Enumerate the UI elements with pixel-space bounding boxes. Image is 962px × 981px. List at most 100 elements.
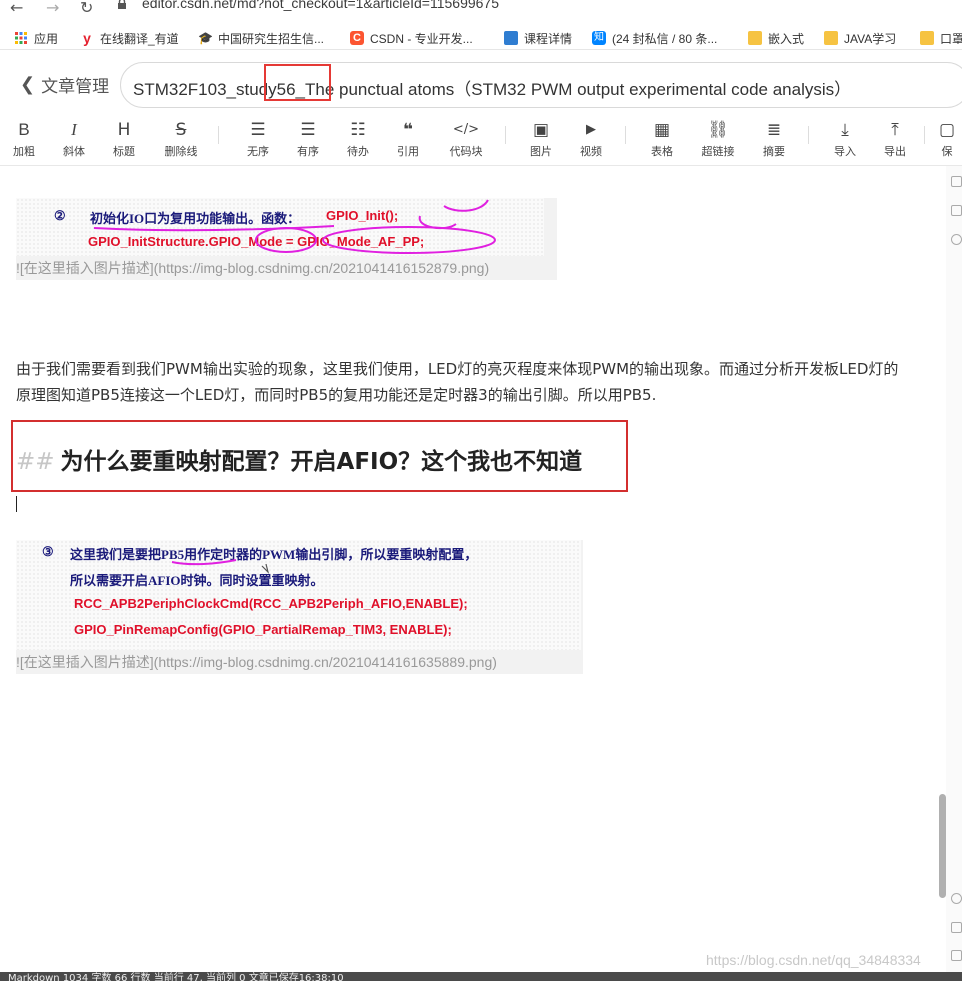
embedded-figure: ③ 这里我们是要把PB5用作定时器的PWM输出引脚，所以要重映射配置， 所以需要… [16, 540, 581, 650]
tool-ordered-list[interactable]: ☰ 有序 [284, 118, 332, 162]
bookmark-folder-embedded[interactable]: 嵌入式 [748, 29, 804, 47]
bookmark-folder-mask[interactable]: 口罩 [920, 29, 962, 47]
tool-label: 图片 [530, 145, 552, 158]
quote-icon: ❝ [403, 120, 413, 140]
tool-label: 视频 [580, 145, 602, 158]
text-cursor [16, 496, 17, 512]
lock-icon[interactable] [116, 0, 128, 10]
scrollbar-thumb[interactable] [939, 794, 946, 898]
toolbar-divider [924, 126, 925, 144]
apps-grid-icon [15, 32, 27, 44]
status-bar: Markdown 1034 字数 66 行数 当前行 47, 当前列 0 文章已… [0, 972, 962, 981]
bookmark-label: 口罩 [940, 31, 962, 46]
status-text: Markdown 1034 字数 66 行数 当前行 47, 当前列 0 文章已… [8, 973, 344, 981]
image-markdown-text: ![在这里插入图片描述](https://img-blog.csdnimg.cn… [16, 260, 490, 276]
bookmarks-bar: 应用 y 在线翻译_有道 🎓 中国研究生招生信... C CSDN - 专业开发… [0, 26, 962, 50]
bookmark-label: 课程详情 [524, 31, 573, 46]
bookmark-course[interactable]: 课程详情 [504, 29, 572, 47]
tool-label: 代码块 [449, 145, 483, 158]
code-block-icon: </> [452, 122, 480, 137]
image-markdown-block[interactable]: ② 初始化IO口为复用功能输出。函数： GPIO_Init(); GPIO_In… [16, 198, 557, 280]
article-manage-button[interactable]: ❮ 文章管理 [20, 72, 109, 97]
bookmark-label: 嵌入式 [768, 31, 805, 46]
title-input-wrapper[interactable]: STM32F103_study56_The punctual atoms（STM… [120, 62, 962, 108]
heading-icon: H [117, 120, 131, 140]
csdn-icon: C [350, 31, 364, 45]
folder-icon [920, 31, 934, 45]
tool-bold[interactable]: B 加粗 [0, 118, 48, 162]
tool-table[interactable]: ▦ 表格 [638, 118, 686, 162]
handwritten-markup [93, 199, 496, 254]
url-field[interactable]: editor.csdn.net/md?not_checkout=1&articl… [142, 0, 499, 11]
tool-label: 表格 [651, 145, 673, 158]
tool-save[interactable]: ▢ 保 [932, 118, 962, 162]
target-icon[interactable] [951, 893, 962, 904]
bookmark-apps[interactable]: 应用 [14, 29, 58, 47]
tool-label: 标题 [113, 145, 135, 158]
tool-label: 引用 [397, 145, 419, 158]
article-title-input[interactable]: STM32F103_study56_The punctual atoms（STM… [133, 75, 851, 100]
back-arrow-icon[interactable]: ← [10, 0, 23, 18]
image-markdown-block[interactable]: ③ 这里我们是要把PB5用作定时器的PWM输出引脚，所以要重映射配置， 所以需要… [16, 540, 583, 674]
tool-heading[interactable]: H 标题 [100, 118, 148, 162]
tool-label: 无序 [247, 145, 269, 158]
chevron-left-icon: ❮ [20, 74, 36, 95]
tool-import[interactable]: ⤓ 导入 [821, 118, 869, 162]
link-icon: ⛓ [707, 120, 729, 140]
tool-unordered-list[interactable]: ☰ 无序 [234, 118, 282, 162]
tool-italic[interactable]: I 斜体 [50, 118, 98, 162]
image-icon: ▣ [532, 120, 550, 140]
video-icon: ▶ [586, 122, 596, 137]
toolbar-divider [808, 126, 809, 144]
toolbar-divider [218, 126, 219, 144]
tool-label: 超链接 [701, 145, 735, 158]
save-icon: ▢ [938, 120, 956, 140]
bookmark-label: 应用 [34, 31, 59, 46]
bookmark-zhihu[interactable]: 知 (24 封私信 / 80 条... [592, 29, 717, 47]
tool-todo[interactable]: ☷ 待办 [334, 118, 382, 162]
reload-icon[interactable]: ↻ [80, 0, 93, 18]
graduation-cap-icon: 🎓 [198, 31, 213, 45]
toolbar-divider [505, 126, 506, 144]
eye-icon[interactable] [951, 234, 962, 245]
monitor-icon[interactable] [951, 950, 962, 961]
tool-hyperlink[interactable]: ⛓ 超链接 [694, 118, 742, 162]
tool-label: 保 [941, 145, 953, 158]
sync-scroll-icon[interactable] [951, 922, 962, 933]
tool-code-block[interactable]: </> 代码块 [440, 118, 492, 162]
forward-arrow-icon[interactable]: → [46, 0, 59, 18]
course-icon [504, 31, 518, 45]
bookmark-csdn[interactable]: C CSDN - 专业开发... [350, 29, 473, 47]
tool-label: 斜体 [63, 145, 85, 158]
tool-label: 删除线 [164, 145, 198, 158]
ordered-list-icon: ☰ [300, 120, 316, 140]
editor-toolbar: B 加粗 I 斜体 H 标题 S 删除线 ☰ 无序 ☰ 有序 ☷ 待办 ❝ 引用… [0, 114, 962, 166]
preview-icon[interactable] [951, 176, 962, 187]
tool-label: 加粗 [13, 145, 35, 158]
browser-address-bar: ← → ↻ editor.csdn.net/md?not_checkout=1&… [0, 0, 962, 22]
tool-quote[interactable]: ❝ 引用 [384, 118, 432, 162]
youdao-icon: y [83, 30, 91, 46]
split-view-icon[interactable] [951, 205, 962, 216]
tool-video[interactable]: ▶ 视频 [567, 118, 615, 162]
strikethrough-icon: S [175, 120, 187, 140]
import-icon: ⤓ [841, 120, 849, 140]
tool-image[interactable]: ▣ 图片 [517, 118, 565, 162]
paragraph-text: 由于我们需要看到我们PWM输出实验的现象，这里我们使用，LED灯的亮灭程度来体现… [16, 360, 899, 404]
toolbar-divider [625, 126, 626, 144]
bookmark-youdao[interactable]: y 在线翻译_有道 [80, 29, 179, 47]
scrollbar-track[interactable] [946, 166, 962, 972]
folder-icon [748, 31, 762, 45]
bookmark-yanzhao[interactable]: 🎓 中国研究生招生信... [198, 29, 324, 47]
bookmark-folder-java[interactable]: JAVA学习 [824, 29, 896, 47]
editor-content[interactable]: ② 初始化IO口为复用功能输出。函数： GPIO_Init(); GPIO_In… [0, 166, 946, 972]
tool-strikethrough[interactable]: S 删除线 [157, 118, 205, 162]
todo-list-icon: ☷ [350, 120, 366, 140]
tool-summary[interactable]: ≣ 摘要 [750, 118, 798, 162]
heading-text: 为什么要重映射配置？开启AFIO？这个我也不知道 [60, 449, 583, 475]
tool-export[interactable]: ⤒ 导出 [871, 118, 919, 162]
tool-label: 导入 [834, 145, 856, 158]
tool-label: 有序 [297, 145, 319, 158]
editor-header: ❮ 文章管理 STM32F103_study56_The punctual at… [0, 56, 962, 114]
embedded-figure: ② 初始化IO口为复用功能输出。函数： GPIO_Init(); GPIO_In… [16, 198, 544, 256]
